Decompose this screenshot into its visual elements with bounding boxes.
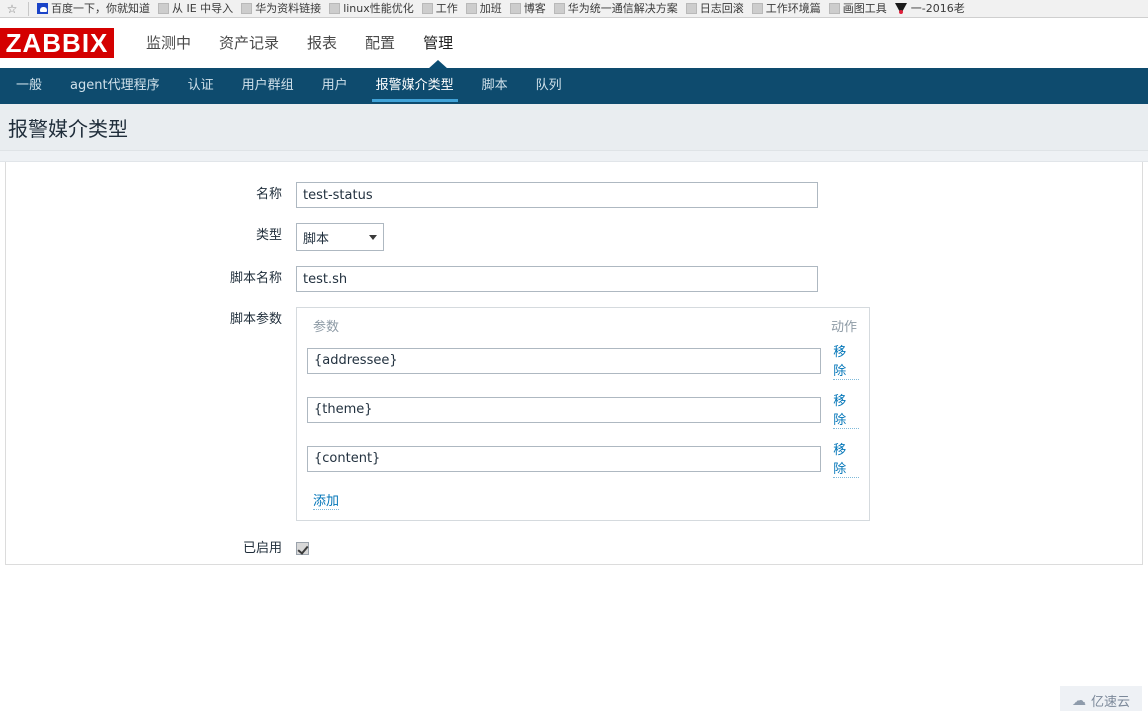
script-param-row: 移除: [307, 390, 859, 429]
main-menu-item-inventory[interactable]: 资产记录: [205, 18, 293, 68]
sub-menu: 一般 agent代理程序 认证 用户群组 用户 报警媒介类型 脚本 队列: [0, 68, 1148, 104]
sub-menu-item-scripts[interactable]: 脚本: [468, 68, 522, 104]
browser-bookmark-bar: ☆ 百度一下，你就知道 从 IE 中导入 华为资料链接 linux性能优化 工作…: [0, 0, 1148, 18]
form-row-type: 类型 脚本: [6, 223, 1142, 251]
page-favicon-icon: [158, 3, 169, 14]
bookmark-item[interactable]: 一-2016老: [891, 1, 969, 17]
page-favicon-icon: [685, 3, 697, 14]
main-menu-item-administration[interactable]: 管理: [409, 18, 467, 69]
watermark: ☁ 亿速云: [1059, 686, 1142, 711]
bookmark-label: 日志回滚: [699, 1, 744, 15]
v-marker-icon: [894, 2, 908, 15]
name-input[interactable]: [296, 182, 818, 208]
sub-menu-item-media-types[interactable]: 报警媒介类型: [362, 68, 468, 104]
bookmark-divider: [28, 1, 29, 16]
page-favicon-icon: [241, 3, 253, 14]
script-param-input[interactable]: [307, 396, 822, 423]
enabled-label: 已启用: [242, 541, 282, 556]
bookmark-label: 工作环境篇: [765, 1, 821, 15]
bookmark-label: 加班: [479, 1, 502, 15]
script-params-table: 参数 动作 移除 移除 移除 添加: [296, 307, 870, 521]
watermark-text: 亿速云: [1090, 695, 1130, 710]
zabbix-header: ZABBIX 监测中 资产记录 报表 配置 管理: [0, 18, 1148, 69]
page-favicon-icon: [553, 3, 565, 14]
type-label: 类型: [255, 228, 282, 243]
remove-param-link[interactable]: 移除: [833, 341, 859, 380]
page-bottom-area: ☁ 亿速云: [0, 565, 1148, 711]
name-label: 名称: [255, 187, 282, 202]
bookmark-item[interactable]: 日志回滚: [682, 1, 748, 17]
main-menu-item-monitoring[interactable]: 监测中: [132, 18, 205, 68]
bookmark-label: 工作: [435, 1, 458, 15]
sub-menu-item-general[interactable]: 一般: [2, 68, 56, 104]
bookmark-item[interactable]: 华为统一通信解决方案: [550, 1, 682, 17]
main-menu-item-reports[interactable]: 报表: [293, 18, 351, 68]
bookmark-star-icon[interactable]: ☆: [4, 1, 20, 17]
main-menu: 监测中 资产记录 报表 配置 管理: [132, 18, 467, 69]
page-favicon-icon: [509, 3, 521, 14]
script-param-row: 移除: [307, 439, 859, 478]
add-param-link[interactable]: 添加: [313, 490, 340, 510]
form-row-script-name: 脚本名称: [6, 266, 1142, 292]
sub-menu-item-user-groups[interactable]: 用户群组: [228, 68, 308, 104]
page-title-band: 报警媒介类型: [0, 104, 1148, 151]
bookmark-label: 博客: [523, 1, 546, 15]
bookmark-item[interactable]: 华为资料链接: [237, 1, 325, 17]
sub-menu-item-queue[interactable]: 队列: [522, 68, 576, 104]
main-menu-item-configuration[interactable]: 配置: [351, 18, 409, 68]
page-title: 报警媒介类型: [8, 116, 128, 141]
sub-menu-item-proxies[interactable]: agent代理程序: [56, 68, 174, 104]
remove-param-link[interactable]: 移除: [833, 439, 859, 478]
cloud-icon: ☁: [1071, 692, 1086, 709]
bookmark-item[interactable]: 工作: [418, 1, 462, 17]
chevron-down-icon: [369, 234, 377, 240]
bookmark-label: 从 IE 中导入: [172, 1, 234, 15]
zabbix-logo[interactable]: ZABBIX: [0, 28, 114, 58]
bookmark-item[interactable]: 从 IE 中导入: [154, 1, 237, 17]
script-name-label: 脚本名称: [229, 271, 282, 286]
bookmark-item[interactable]: 百度一下，你就知道: [33, 1, 154, 17]
page-favicon-icon: [329, 3, 341, 14]
form-row-name: 名称: [6, 182, 1142, 208]
script-params-header: 参数 动作: [307, 316, 859, 341]
script-name-input[interactable]: [296, 266, 818, 292]
script-param-input[interactable]: [307, 347, 822, 374]
bookmark-label: 华为统一通信解决方案: [567, 1, 678, 15]
bookmark-item[interactable]: 加班: [462, 1, 506, 17]
baidu-favicon-icon: [37, 3, 48, 14]
script-param-row: 移除: [307, 341, 859, 380]
form-row-script-params: 脚本参数 参数 动作 移除 移除 移除 添加: [6, 307, 1142, 521]
column-header-action: 动作: [830, 320, 857, 335]
bookmark-label: 画图工具: [842, 1, 887, 15]
page-favicon-icon: [465, 3, 477, 14]
script-param-input[interactable]: [307, 445, 822, 472]
media-type-form-card: 名称 类型 脚本 脚本名称 脚本参数 参数 动作 移除 移除: [5, 162, 1143, 604]
bookmark-label: 华为资料链接: [255, 1, 322, 15]
bookmark-item[interactable]: 博客: [506, 1, 550, 17]
column-header-parameter: 参数: [313, 320, 340, 335]
form-row-enabled: 已启用: [6, 536, 1142, 562]
bookmark-label: linux性能优化: [343, 1, 414, 15]
script-params-label: 脚本参数: [229, 312, 282, 327]
type-select[interactable]: 脚本: [296, 223, 384, 251]
enabled-checkbox[interactable]: [296, 542, 309, 555]
bookmark-label: 百度一下，你就知道: [51, 1, 150, 15]
title-band-strip: [0, 151, 1148, 162]
bookmark-label: 一-2016老: [910, 1, 965, 15]
bookmark-item[interactable]: linux性能优化: [325, 1, 418, 17]
page-favicon-icon: [751, 3, 763, 14]
sub-menu-item-authentication[interactable]: 认证: [174, 68, 228, 104]
sub-menu-item-users[interactable]: 用户: [308, 68, 362, 104]
remove-param-link[interactable]: 移除: [833, 390, 859, 429]
page-favicon-icon: [421, 3, 433, 14]
page-favicon-icon: [828, 3, 840, 14]
type-select-value: 脚本: [303, 231, 330, 247]
bookmark-item[interactable]: 画图工具: [825, 1, 891, 17]
bookmark-item[interactable]: 工作环境篇: [748, 1, 825, 17]
